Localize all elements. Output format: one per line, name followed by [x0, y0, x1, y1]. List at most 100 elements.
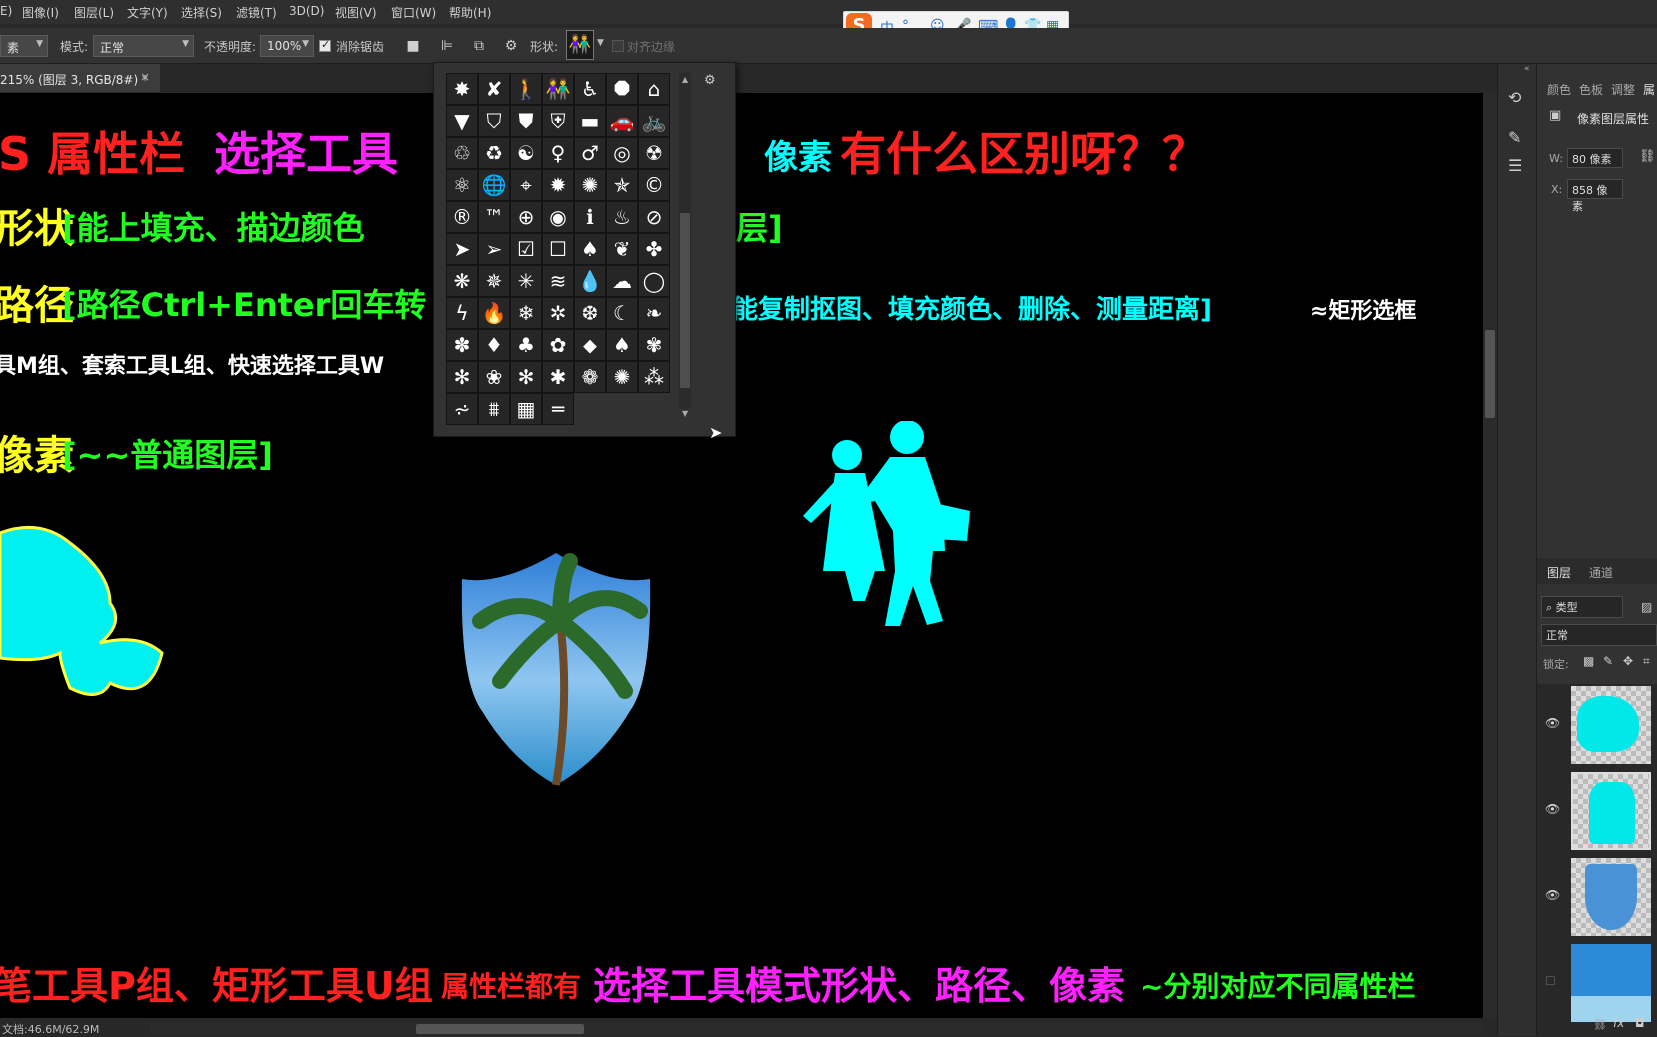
shape-cell[interactable]: ❁	[574, 361, 606, 393]
shape-cell[interactable]: ✸	[446, 73, 478, 105]
menu-edit[interactable]: E)	[0, 4, 12, 18]
link-icon[interactable]: ⛓	[1639, 149, 1656, 164]
shape-cell[interactable]: ✲	[542, 297, 574, 329]
shape-cell[interactable]: 🔥	[478, 297, 510, 329]
shape-cell[interactable]: ✯	[606, 169, 638, 201]
canvas-vertical-scrollbar[interactable]	[1483, 93, 1497, 1018]
shape-cell[interactable]: ◯	[638, 265, 670, 297]
shape-cell[interactable]: ⩩	[478, 393, 510, 425]
eye-icon[interactable]: 👁	[1545, 802, 1560, 816]
shape-cell[interactable]: ✻	[510, 361, 542, 393]
shape-cell[interactable]: ❄	[510, 297, 542, 329]
lock-transparent-icon[interactable]: ▩	[1583, 654, 1594, 668]
shape-cell[interactable]: ⯃	[606, 73, 638, 105]
shape-cell[interactable]: ✘	[478, 73, 510, 105]
fx-icon[interactable]: fx	[1613, 1016, 1624, 1030]
canvas-horizontal-scrollbar[interactable]	[150, 1022, 1483, 1036]
shape-cell[interactable]: ➤	[446, 233, 478, 265]
path-arrangement-icon[interactable]: ⧉	[469, 36, 489, 56]
shape-cell[interactable]: ✵	[478, 265, 510, 297]
mask-icon[interactable]: ◘	[1635, 1016, 1645, 1030]
menu-window[interactable]: 窗口(W)	[391, 4, 436, 21]
layer-thumb-background[interactable]	[1571, 944, 1651, 1022]
chevron-down-icon[interactable]: ▼	[597, 38, 604, 48]
path-operations-icon[interactable]: ■	[403, 36, 423, 56]
gear-icon[interactable]: ⚙	[501, 36, 521, 56]
shape-cell[interactable]: ⛉	[478, 105, 510, 137]
shape-cell[interactable]: ❧	[638, 297, 670, 329]
layer-thumb-shield[interactable]	[1571, 858, 1651, 936]
shape-cell[interactable]: ♲	[446, 137, 478, 169]
shape-cell[interactable]: ⩫	[446, 393, 478, 425]
shape-cell[interactable]: ⊘	[638, 201, 670, 233]
flower-shape[interactable]	[0, 513, 170, 723]
shape-cell[interactable]: ❀	[478, 361, 510, 393]
menu-help[interactable]: 帮助(H)	[449, 4, 491, 21]
align-edges-checkbox[interactable]	[612, 40, 624, 52]
shape-cell[interactable]: ❋	[446, 265, 478, 297]
antialias-checkbox[interactable]	[319, 38, 331, 52]
gear-icon[interactable]: ⚙	[704, 73, 716, 88]
shape-cell[interactable]: ✤	[638, 233, 670, 265]
pedestrians-shape[interactable]	[795, 421, 975, 645]
lock-artboard-icon[interactable]: ⌗	[1643, 654, 1650, 669]
link-layers-icon[interactable]: ⛓	[1593, 1018, 1607, 1031]
lock-move-icon[interactable]: ✥	[1623, 654, 1633, 668]
history-icon[interactable]: ⟲	[1508, 88, 1521, 107]
shape-picker-scroll-thumb[interactable]	[680, 213, 690, 388]
horizontal-scroll-thumb[interactable]	[416, 1024, 584, 1034]
shape-cell[interactable]: ✻	[446, 361, 478, 393]
adjust-icon[interactable]: ☰	[1508, 156, 1522, 175]
shape-cell[interactable]: ▦	[510, 393, 542, 425]
shape-cell[interactable]: ⚛	[446, 169, 478, 201]
shape-cell[interactable]: ❦	[606, 233, 638, 265]
tab-adjustments[interactable]: 调整	[1611, 81, 1635, 98]
shape-cell[interactable]: 🚶	[510, 73, 542, 105]
shape-cell[interactable]: ♀	[542, 137, 574, 169]
menu-layer[interactable]: 图层(L)	[74, 4, 114, 21]
path-alignment-icon[interactable]: ⊫	[437, 36, 457, 56]
brush-icon[interactable]: ✎	[1508, 128, 1521, 147]
shape-cell[interactable]: ✿	[542, 329, 574, 361]
shape-cell[interactable]: ⬥	[574, 329, 606, 361]
shape-cell[interactable]: ☁	[606, 265, 638, 297]
shape-cell[interactable]: ⁂	[638, 361, 670, 393]
shape-cell[interactable]: ♿	[574, 73, 606, 105]
canvas[interactable]: S 属性栏 选择工具 像素 有什么区别呀？？ 形状 [能上填充、描边颜色 层] …	[0, 93, 1483, 1018]
shape-cell[interactable]: ⌂	[638, 73, 670, 105]
shape-cell[interactable]: 🚗	[606, 105, 638, 137]
width-input[interactable]: 80 像素	[1567, 148, 1623, 168]
vertical-scroll-thumb[interactable]	[1485, 330, 1495, 418]
layer-filter-dropdown[interactable]: ⌕ 类型	[1541, 596, 1623, 618]
layer-blend-dropdown[interactable]: 正常	[1541, 624, 1657, 646]
shape-cell[interactable]: ⛊	[510, 105, 542, 137]
shape-cell[interactable]: ✺	[574, 169, 606, 201]
menu-3d[interactable]: 3D(D)	[289, 4, 324, 18]
shape-cell[interactable]: ✱	[542, 361, 574, 393]
shape-cell[interactable]: ♠	[574, 233, 606, 265]
layer-thumb-pedestrians[interactable]	[1571, 772, 1651, 850]
eye-icon[interactable]: 👁	[1545, 888, 1560, 902]
shape-cell[interactable]: ☢	[638, 137, 670, 169]
chevron-up-icon[interactable]: ▲	[682, 75, 688, 84]
close-icon[interactable]: ×	[140, 70, 150, 84]
shape-cell[interactable]: ▼	[446, 105, 478, 137]
shape-cell[interactable]: ☯	[510, 137, 542, 169]
shape-cell[interactable]: ™	[478, 201, 510, 233]
shape-cell[interactable]: ♠	[606, 329, 638, 361]
shape-cell[interactable]: ═	[542, 393, 574, 425]
shape-cell[interactable]: ➢	[478, 233, 510, 265]
shape-picker-button[interactable]: 👫	[566, 30, 594, 60]
shape-cell[interactable]: ϟ	[446, 297, 478, 329]
shape-cell[interactable]: ✺	[606, 361, 638, 393]
blend-mode-dropdown[interactable]: 正常 ▼	[93, 35, 194, 57]
eye-icon[interactable]: 👁	[1545, 716, 1560, 730]
shape-cell[interactable]: ◉	[542, 201, 574, 233]
shape-cell[interactable]: 🌐	[478, 169, 510, 201]
shape-cell[interactable]: ♣	[510, 329, 542, 361]
shape-cell[interactable]: ℹ	[574, 201, 606, 233]
shape-cell[interactable]: ✾	[638, 329, 670, 361]
shape-cell[interactable]: ♦	[478, 329, 510, 361]
document-tab[interactable]: 215% (图层 3, RGB/8#) * ×	[0, 64, 160, 92]
menu-image[interactable]: 图像(I)	[22, 4, 59, 21]
